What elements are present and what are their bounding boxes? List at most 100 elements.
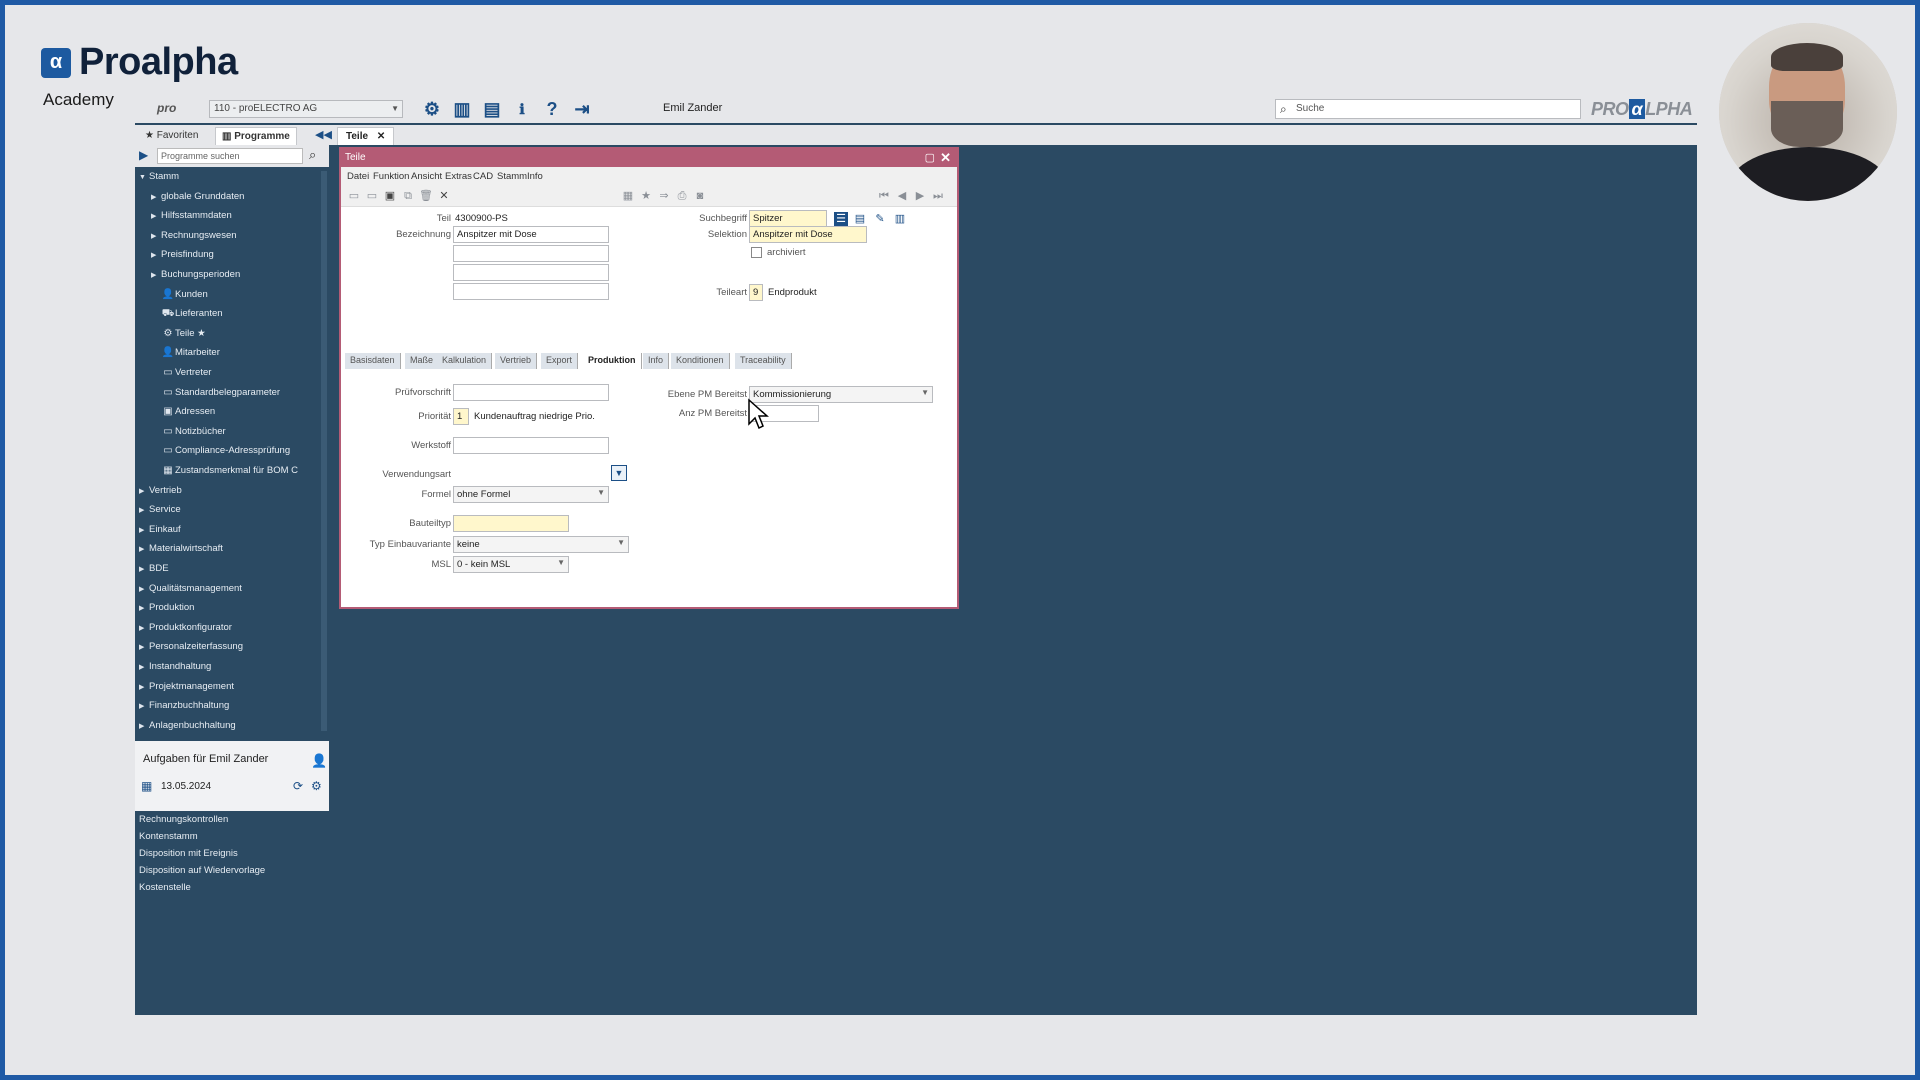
last-record-icon[interactable]: ⏭ [931,189,945,203]
tab-info[interactable]: Info [643,353,670,369]
archiviert-checkbox[interactable] [751,247,762,258]
program-search-input[interactable]: Programme suchen [157,148,303,164]
tab-traceability[interactable]: Traceability [735,353,792,369]
prioritaet-code-field[interactable]: 1 [453,408,469,425]
collapsed-icon[interactable]: ▶ [139,702,149,710]
bezeichnung-field[interactable]: Anspitzer mit Dose [453,226,609,243]
tree-item[interactable]: ▶ Vertrieb [139,485,182,496]
tree-item[interactable]: ▣ Adressen [161,406,215,417]
tree-item[interactable]: ▶ globale Grunddaten [151,191,244,202]
columns-icon[interactable]: ▥ [451,99,473,119]
cancel-icon[interactable]: ✕ [437,189,451,203]
tree-item[interactable]: ▶ Rechnungswesen [151,230,237,241]
tab-kalkulation[interactable]: Kalkulation [437,353,493,369]
tree-item[interactable]: ▶ BDE [139,563,169,574]
search-icon[interactable]: ⌕ [309,147,316,163]
tree-item[interactable]: ⚙ Teile ★ [161,328,206,339]
tree-item[interactable]: ▭ Notizbücher [161,426,225,437]
tree-item[interactable]: ▭ Standardbelegparameter [161,387,280,398]
layout-icon[interactable]: ▤ [481,99,503,119]
star-icon[interactable]: ★ [639,189,653,203]
menu-funktion[interactable]: Funktion [373,171,409,182]
task-item[interactable]: Rechnungskontrollen [135,811,329,828]
tree-item[interactable]: 👤Mitarbeiter [161,347,220,358]
help-icon[interactable]: ? [541,99,563,119]
werkstoff-field[interactable] [453,437,609,454]
collapsed-icon[interactable]: ▶ [151,251,161,259]
next-record-icon[interactable]: ▶ [913,189,927,203]
menu-cad[interactable]: CAD [473,171,493,182]
tree-item[interactable]: ▶ Einkauf [139,524,181,535]
suchbegriff-field[interactable]: Spitzer [749,210,827,227]
tree-item[interactable]: ▶ Finanzbuchhaltung [139,700,229,711]
first-record-icon[interactable]: ⏮ [877,189,891,203]
camera-icon[interactable]: ◙ [693,189,707,203]
typ-einbauvariante-select[interactable]: keine ▼ [453,536,629,553]
tab-export[interactable]: Export [541,353,579,369]
menu-ansicht[interactable]: Ansicht [411,171,442,182]
dropdown-button-icon[interactable]: ▼ [611,465,627,481]
menu-extras[interactable]: Extras [445,171,472,182]
tree-item[interactable]: ▶ Instandhaltung [139,661,211,672]
notes-icon[interactable]: ▥ [893,212,907,226]
task-item[interactable]: Disposition mit Ereignis [135,845,329,862]
menu-info[interactable]: Info [527,171,543,182]
collapsed-icon[interactable]: ▶ [139,487,149,495]
task-item[interactable]: Kontenstamm [135,828,329,845]
bezeichnung-line-3[interactable] [453,264,609,281]
collapsed-icon[interactable]: ▶ [151,271,161,279]
collapsed-icon[interactable]: ▶ [151,193,161,201]
open-icon[interactable]: ▭ [365,189,379,203]
bezeichnung-line-4[interactable] [453,283,609,300]
calendar-icon[interactable]: ▦ [141,779,152,793]
collapsed-icon[interactable]: ▶ [139,683,149,691]
tab-programme[interactable]: ▥ Programme [215,127,297,145]
forward-icon[interactable]: ⇒ [657,189,671,203]
info-icon[interactable]: ℹ [511,99,533,119]
tab-produktion[interactable]: Produktion [583,353,642,369]
ebene-pm-select[interactable]: Kommissionierung ▼ [749,386,933,403]
tree-item[interactable]: ▼ Stamm [139,171,179,182]
collapsed-icon[interactable]: ▶ [151,212,161,220]
tree-item[interactable]: ▶ Produktkonfigurator [139,622,232,633]
tree-item[interactable]: ▶ Buchungsperioden [151,269,240,280]
bezeichnung-line-2[interactable] [453,245,609,262]
tree-item[interactable]: ▶ Anlagenbuchhaltung [139,720,236,731]
collapsed-icon[interactable]: ▶ [139,643,149,651]
tree-item[interactable]: ▶ Projektmanagement [139,681,234,692]
msl-select[interactable]: 0 - kein MSL ▼ [453,556,569,573]
tree-item[interactable]: ▶ Qualitätsmanagement [139,583,242,594]
play-icon[interactable]: ▶ [139,148,148,162]
menu-datei[interactable]: Datei [347,171,369,182]
formel-select[interactable]: ohne Formel ▼ [453,486,609,503]
tab-vertrieb[interactable]: Vertrieb [495,353,538,369]
prev-record-icon[interactable]: ◀ [895,189,909,203]
user-icon[interactable]: 👤 [311,753,327,769]
selektion-field[interactable]: Anspitzer mit Dose [749,226,867,243]
tab-konditionen[interactable]: Konditionen [671,353,730,369]
collapsed-icon[interactable]: ▶ [151,232,161,240]
tab-masse[interactable]: Maße [405,353,440,369]
menu-stamm[interactable]: Stamm [497,171,527,182]
collapsed-icon[interactable]: ▶ [139,526,149,534]
collapsed-icon[interactable]: ▶ [139,604,149,612]
collapsed-icon[interactable]: ▶ [139,663,149,671]
save-icon[interactable]: ▣ [383,189,397,203]
tree-item[interactable]: ▶ Hilfsstammdaten [151,210,232,221]
tree-item[interactable]: ▭ Compliance-Adressprüfung [161,445,290,456]
teileart-code-field[interactable]: 9 [749,284,763,301]
document-icon[interactable]: ▤ [853,212,867,226]
delete-icon[interactable]: 🗑 [419,189,433,203]
tree-item[interactable]: ▶ Service [139,504,181,515]
tab-basisdaten[interactable]: Basisdaten [345,353,401,369]
gear-icon[interactable]: ⚙ [421,99,443,119]
new-icon[interactable]: ▭ [347,189,361,203]
table-icon[interactable]: ▦ [621,189,635,203]
company-select[interactable]: 110 - proELECTRO AG ▼ [209,100,403,118]
tab-favoriten[interactable]: ★ Favoriten [139,127,204,145]
tree-item[interactable]: ▶ Personalzeiterfassung [139,641,243,652]
tree-scrollbar[interactable] [321,171,327,731]
close-tab-icon[interactable]: ✕ [377,131,385,142]
collapsed-icon[interactable]: ▶ [139,506,149,514]
task-item[interactable]: Disposition auf Wiedervorlage [135,862,329,879]
